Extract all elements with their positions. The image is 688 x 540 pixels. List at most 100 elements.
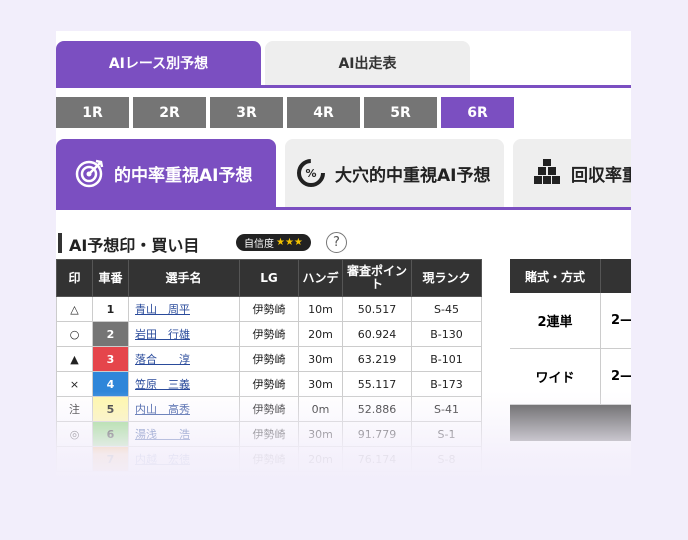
car-number-cell: 3 — [92, 346, 129, 372]
lg-cell: 伊勢崎 — [239, 321, 299, 347]
lg-cell: 伊勢崎 — [239, 296, 299, 322]
rider-name-cell[interactable]: 岩田 行雄 — [128, 321, 240, 347]
rider-name-link[interactable]: 落合 淳 — [135, 353, 190, 366]
rider-name-cell[interactable]: 青山 周平 — [128, 296, 240, 322]
rank-cell: S-8 — [411, 446, 482, 472]
col-mark: 印 — [56, 259, 93, 297]
points-cell: 76.174 — [342, 446, 412, 472]
car-number-cell: 4 — [92, 371, 129, 397]
table-row: 7 内越 宏徳 伊勢崎 20m 76.174 S-8 — [56, 446, 482, 472]
rank-cell: S-45 — [411, 296, 482, 322]
points-cell: 60.924 — [342, 321, 412, 347]
bets-header-blank — [600, 259, 631, 293]
race-button-5r[interactable]: 5R — [364, 97, 437, 128]
race-button-2r[interactable]: 2R — [133, 97, 206, 128]
rider-name-cell[interactable]: 湯浅 浩 — [128, 421, 240, 447]
handicap-cell: 30m — [298, 371, 343, 397]
handicap-cell: 10m — [298, 296, 343, 322]
col-rider-name: 選手名 — [128, 259, 240, 297]
rider-name-link[interactable]: 笠原 三義 — [135, 378, 190, 391]
rider-name-link[interactable]: 岩田 行雄 — [135, 328, 190, 341]
col-car-number: 車番 — [92, 259, 129, 297]
car-number-cell: 1 — [92, 296, 129, 322]
rider-name-cell[interactable]: 笠原 三義 — [128, 371, 240, 397]
rider-name-link[interactable]: 内越 宏徳 — [135, 453, 190, 466]
lg-cell: 伊勢崎 — [239, 421, 299, 447]
svg-text:%: % — [305, 167, 316, 180]
lg-cell: 伊勢崎 — [239, 396, 299, 422]
handicap-cell: 20m — [298, 446, 343, 472]
table-row: ○ 2 岩田 行雄 伊勢崎 20m 60.924 B-130 — [56, 321, 482, 347]
rider-name-cell[interactable]: 内越 宏徳 — [128, 446, 240, 472]
col-lg: LG — [239, 259, 299, 297]
bet-type: ワイド — [510, 349, 601, 404]
col-handicap: ハンデ — [298, 259, 343, 297]
rank-cell: B-101 — [411, 346, 482, 372]
tab-return-label: 回収率重 — [571, 165, 631, 186]
race-button-6r[interactable]: 6R — [441, 97, 514, 128]
handicap-cell: 0m — [298, 396, 343, 422]
handicap-cell: 30m — [298, 421, 343, 447]
race-button-4r[interactable]: 4R — [287, 97, 360, 128]
prediction-table: 印 車番 選手名 LG ハンデ 審査ポイント 現ランク △ 1 青山 周平 伊勢崎 10… — [56, 259, 482, 472]
mark-cell — [56, 446, 93, 472]
race-button-3r[interactable]: 3R — [210, 97, 283, 128]
tab-upset-prediction[interactable]: % 大穴的中重視AI予想 — [285, 139, 504, 207]
help-icon[interactable]: ? — [326, 232, 347, 253]
percent-chart-icon: % — [297, 159, 325, 187]
bets-table: 賭式・方式 2連単 2— ワイド 2— — [510, 259, 631, 441]
car-number-cell: 7 — [92, 446, 129, 472]
section-title: AI予想印・買い目 — [69, 236, 200, 255]
table-row: × 4 笠原 三義 伊勢崎 30m 55.117 B-173 — [56, 371, 482, 397]
confidence-stars: ★★★ — [276, 237, 303, 248]
tab-hit-rate-prediction[interactable]: 的中率重視AI予想 — [56, 139, 276, 207]
table-row: ◎ 6 湯浅 浩 伊勢崎 30m 91.779 S-1 — [56, 421, 482, 447]
points-cell: 52.886 — [342, 396, 412, 422]
tab-underline — [56, 85, 631, 88]
tab-return-rate-prediction[interactable]: 回収率重 — [513, 139, 631, 207]
points-cell: 55.117 — [342, 371, 412, 397]
rank-cell: S-1 — [411, 421, 482, 447]
rank-cell: B-130 — [411, 321, 482, 347]
col-rank: 現ランク — [411, 259, 482, 297]
handicap-cell: 20m — [298, 321, 343, 347]
mark-cell: ▲ — [56, 346, 93, 372]
tab-ai-race-prediction[interactable]: AIレース別予想 — [56, 41, 261, 85]
rider-name-link[interactable]: 湯浅 浩 — [135, 428, 190, 441]
race-button-1r[interactable]: 1R — [56, 97, 129, 128]
bet-combination: 2— — [611, 369, 631, 384]
bets-row: ワイド 2— — [510, 349, 631, 405]
rider-name-cell[interactable]: 内山 高秀 — [128, 396, 240, 422]
bet-type: 2連単 — [510, 293, 601, 348]
confidence-badge: 自信度 ★★★ — [236, 234, 311, 251]
rider-name-cell[interactable]: 落合 淳 — [128, 346, 240, 372]
lg-cell: 伊勢崎 — [239, 346, 299, 372]
rider-name-link[interactable]: 内山 高秀 — [135, 403, 190, 416]
handicap-cell: 30m — [298, 346, 343, 372]
table-row: △ 1 青山 周平 伊勢崎 10m 50.517 S-45 — [56, 296, 482, 322]
tab-hit-label: 的中率重視AI予想 — [114, 165, 253, 186]
prediction-panel: AIレース別予想 AI出走表 1R 2R 3R 4R 5R 6R 的中率重視AI… — [56, 31, 631, 481]
rider-name-link[interactable]: 青山 周平 — [135, 303, 190, 316]
mark-cell: ○ — [56, 321, 93, 347]
rank-cell: B-173 — [411, 371, 482, 397]
target-icon — [75, 159, 104, 188]
tab-ai-race-table[interactable]: AI出走表 — [265, 41, 470, 85]
bets-header: 賭式・方式 — [510, 259, 631, 293]
rank-cell: S-41 — [411, 396, 482, 422]
coin-stack-icon — [534, 159, 560, 184]
car-number-cell: 2 — [92, 321, 129, 347]
bets-footer-bar — [510, 405, 631, 441]
points-cell: 50.517 — [342, 296, 412, 322]
points-cell: 63.219 — [342, 346, 412, 372]
mark-cell: ◎ — [56, 421, 93, 447]
bets-row: 2連単 2— — [510, 293, 631, 349]
mark-cell: × — [56, 371, 93, 397]
car-number-cell: 6 — [92, 421, 129, 447]
points-cell: 91.779 — [342, 421, 412, 447]
table-row: ▲ 3 落合 淳 伊勢崎 30m 63.219 B-101 — [56, 346, 482, 372]
confidence-label: 自信度 — [244, 239, 274, 250]
section-marker — [58, 233, 62, 253]
tab-upset-label: 大穴的中重視AI予想 — [335, 165, 491, 186]
bet-combination: 2— — [611, 313, 631, 328]
